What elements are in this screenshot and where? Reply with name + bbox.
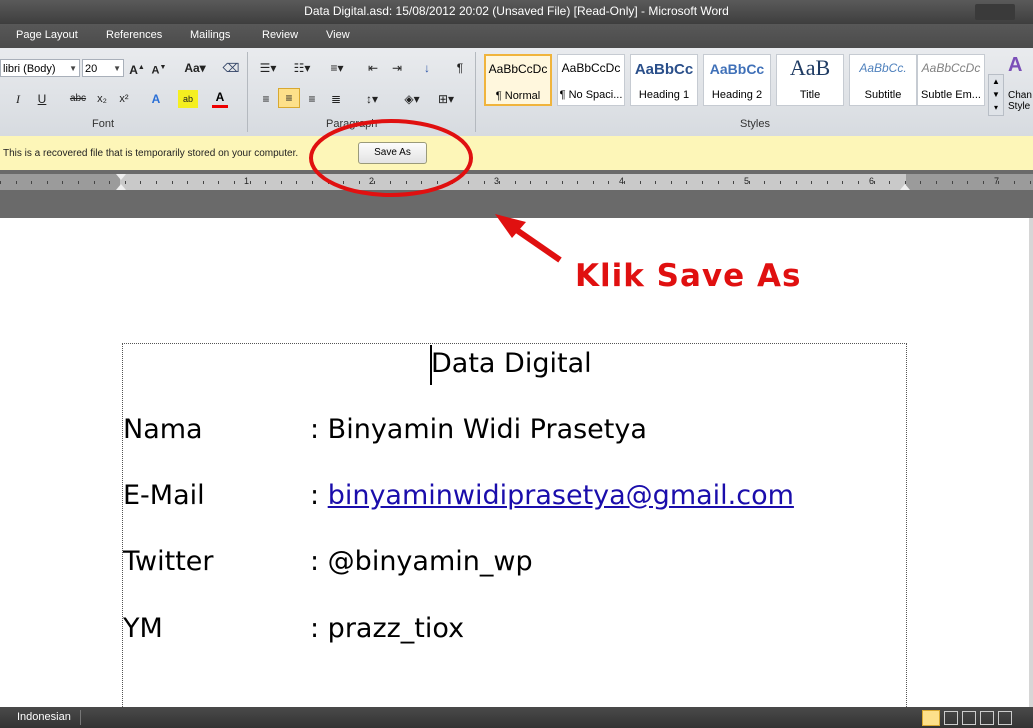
status-bar: Indonesian — [0, 707, 1033, 728]
annotation-overlay — [309, 119, 562, 263]
highlight-circle — [309, 119, 473, 197]
print-layout-view-icon[interactable] — [922, 710, 940, 726]
outline-view-icon[interactable] — [980, 711, 994, 725]
full-screen-view-icon[interactable] — [944, 711, 958, 725]
web-layout-view-icon[interactable] — [962, 711, 976, 725]
status-divider — [80, 710, 81, 725]
draft-view-icon[interactable] — [998, 711, 1012, 725]
language-indicator[interactable]: Indonesian — [17, 711, 71, 723]
annotation-text: Klik Save As — [575, 258, 802, 294]
